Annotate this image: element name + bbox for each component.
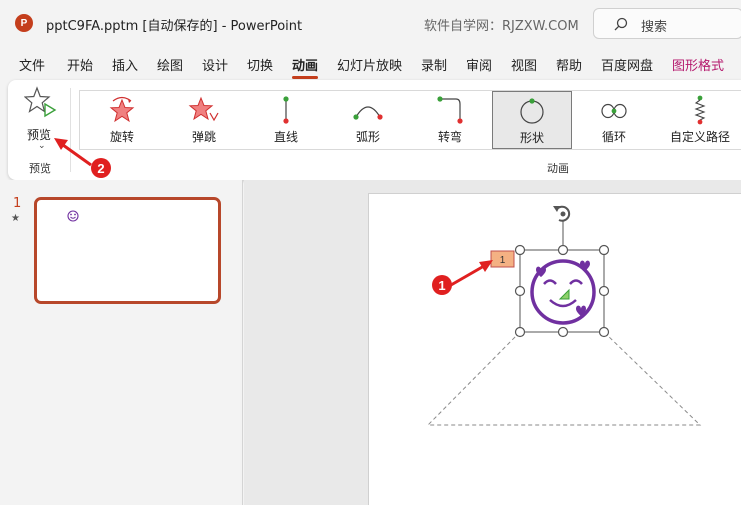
smiley-thumbnail-icon bbox=[67, 210, 79, 222]
animation-bounce[interactable]: 弹跳 bbox=[164, 91, 244, 149]
animation-label: 弹跳 bbox=[191, 130, 216, 144]
window-title: pptC9FA.pptm [自动保存的] - PowerPoint bbox=[46, 19, 303, 34]
tab-shape-format[interactable]: 图形格式 bbox=[672, 55, 724, 74]
custom-path-icon bbox=[694, 95, 706, 125]
tab-baidu-netdisk[interactable]: 百度网盘 bbox=[601, 55, 653, 74]
animation-label: 弧形 bbox=[355, 130, 380, 144]
slide-editor bbox=[244, 180, 741, 505]
animation-label: 循环 bbox=[601, 130, 626, 144]
group-divider bbox=[70, 88, 71, 172]
animation-label: 转弯 bbox=[437, 130, 462, 144]
tab-animations[interactable]: 动画 bbox=[292, 55, 319, 79]
tab-design[interactable]: 设计 bbox=[202, 55, 228, 74]
arc-path-icon bbox=[353, 106, 383, 120]
animation-arc[interactable]: 弧形 bbox=[328, 91, 408, 149]
preview-star-icon bbox=[24, 86, 57, 118]
search-box[interactable]: 搜索 bbox=[593, 8, 741, 39]
animation-custom-path[interactable]: 自定义路径 bbox=[656, 91, 741, 149]
search-icon bbox=[614, 17, 628, 31]
animation-label: 形状 bbox=[519, 131, 544, 145]
tab-help[interactable]: 帮助 bbox=[556, 55, 582, 74]
tab-transitions[interactable]: 切换 bbox=[247, 55, 273, 74]
tab-view[interactable]: 视图 bbox=[511, 55, 537, 74]
shape-path-icon bbox=[520, 98, 544, 124]
animation-label: 自定义路径 bbox=[669, 130, 730, 144]
slide-number: 1 bbox=[13, 196, 22, 211]
ribbon-tabs: 文件 开始 插入 绘图 设计 切换 动画 幻灯片放映 录制 审阅 视图 帮助 百… bbox=[0, 46, 741, 79]
turn-path-icon bbox=[437, 96, 463, 124]
spin-icon bbox=[109, 96, 135, 123]
tab-review[interactable]: 审阅 bbox=[466, 55, 492, 74]
slide-canvas[interactable] bbox=[368, 193, 741, 505]
tab-slideshow[interactable]: 幻灯片放映 bbox=[337, 55, 402, 74]
tab-record[interactable]: 录制 bbox=[421, 55, 447, 74]
search-placeholder: 搜索 bbox=[641, 20, 668, 35]
line-path-icon bbox=[283, 96, 289, 124]
animation-group-label: 动画 bbox=[547, 162, 569, 175]
animation-label: 直线 bbox=[273, 130, 298, 144]
animation-spin[interactable]: 旋转 bbox=[82, 91, 162, 149]
watermark-text: 软件自学网：RJZXW.COM bbox=[424, 19, 579, 34]
animation-loop[interactable]: 循环 bbox=[574, 91, 654, 149]
animation-shape[interactable]: 形状 bbox=[492, 91, 572, 149]
animation-marker-icon: ★ bbox=[11, 213, 20, 224]
preview-button[interactable]: 预览 ⌄ bbox=[18, 86, 64, 152]
animation-gallery: 旋转 弹跳 直线 弧形 转弯 形状 循环 自定义路径 bbox=[79, 90, 741, 150]
ribbon-panel: 预览 ⌄ 预览 旋转 弹跳 直线 弧形 转弯 形状 循环 自定义路径 动画 bbox=[8, 80, 741, 180]
animation-turn[interactable]: 转弯 bbox=[410, 91, 490, 149]
tab-insert[interactable]: 插入 bbox=[112, 55, 138, 74]
title-bar: P pptC9FA.pptm [自动保存的] - PowerPoint 软件自学… bbox=[0, 0, 741, 46]
preview-dropdown-icon[interactable]: ⌄ bbox=[38, 141, 46, 151]
tab-draw[interactable]: 绘图 bbox=[157, 55, 183, 74]
bounce-icon bbox=[188, 96, 219, 122]
animation-line[interactable]: 直线 bbox=[246, 91, 326, 149]
animation-label: 旋转 bbox=[109, 130, 134, 144]
preview-group-label: 预览 bbox=[29, 162, 51, 175]
tab-file[interactable]: 文件 bbox=[19, 55, 45, 74]
powerpoint-logo-icon: P bbox=[15, 14, 33, 32]
tab-home[interactable]: 开始 bbox=[67, 55, 93, 74]
slide-thumbnail[interactable] bbox=[34, 197, 221, 304]
loop-path-icon bbox=[601, 103, 627, 119]
slides-panel: 1 ★ bbox=[0, 180, 243, 505]
